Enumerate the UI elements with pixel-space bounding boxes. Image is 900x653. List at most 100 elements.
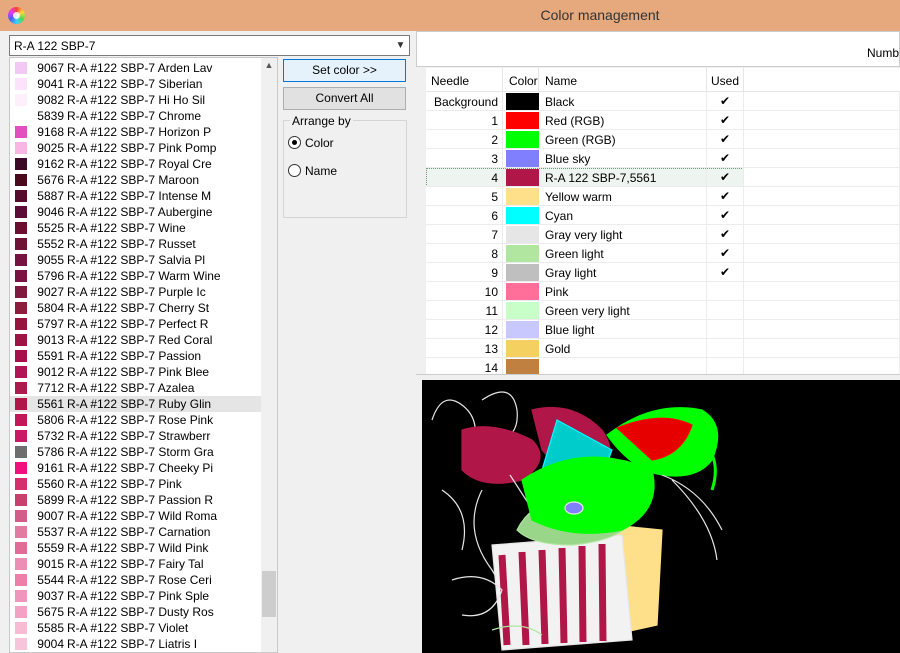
thread-list-item[interactable]: 9168 R-A #122 SBP-7 Horizon P — [10, 124, 262, 140]
embroidery-preview-canvas[interactable] — [422, 380, 900, 653]
thread-list-item[interactable]: 5676 R-A #122 SBP-7 Maroon — [10, 172, 262, 188]
thread-name: R-A #122 SBP-7 Violet — [67, 621, 189, 635]
needle-color-cell[interactable] — [503, 301, 539, 320]
thread-list-item[interactable]: 9012 R-A #122 SBP-7 Pink Blee — [10, 364, 262, 380]
needle-color-cell[interactable] — [503, 168, 539, 187]
needle-table-row[interactable]: 2 Green (RGB) ✔ — [426, 130, 900, 149]
needle-color-swatch — [506, 302, 539, 319]
needle-color-cell[interactable] — [503, 320, 539, 339]
thread-list-item[interactable]: 5732 R-A #122 SBP-7 Strawberr — [10, 428, 262, 444]
needle-table-row[interactable]: 12 Blue light — [426, 320, 900, 339]
thread-list-item[interactable]: 9025 R-A #122 SBP-7 Pink Pomp — [10, 140, 262, 156]
thread-list-item[interactable]: 5591 R-A #122 SBP-7 Passion — [10, 348, 262, 364]
needle-color-swatch — [506, 321, 539, 338]
needle-table-row[interactable]: 1 Red (RGB) ✔ — [426, 111, 900, 130]
thread-chart-select[interactable]: R-A 122 SBP-7 ▼ — [9, 35, 410, 56]
scroll-up-icon[interactable]: ▲ — [261, 60, 277, 74]
column-header-name[interactable]: Name — [539, 68, 707, 92]
needle-number: 4 — [426, 168, 503, 187]
arrange-by-color-radio[interactable]: Color — [288, 134, 398, 152]
needle-color-cell[interactable] — [503, 282, 539, 301]
needle-table-row[interactable]: 6 Cyan ✔ — [426, 206, 900, 225]
thread-list-item[interactable]: 5899 R-A #122 SBP-7 Passion R — [10, 492, 262, 508]
thread-list-item[interactable]: 9046 R-A #122 SBP-7 Aubergine — [10, 204, 262, 220]
needle-number: 3 — [426, 149, 503, 168]
needle-color-cell[interactable] — [503, 225, 539, 244]
number-label: Numb — [866, 46, 899, 60]
thread-list[interactable]: 9067 R-A #122 SBP-7 Arden Lav 9041 R-A #122… — [9, 57, 278, 653]
thread-list-scrollbar[interactable]: ▲ — [261, 58, 277, 652]
thread-code: 5544 — [37, 573, 64, 587]
needle-color-cell[interactable] — [503, 263, 539, 282]
thread-list-item[interactable]: 5559 R-A #122 SBP-7 Wild Pink — [10, 540, 262, 556]
needle-table-row[interactable]: 8 Green light ✔ — [426, 244, 900, 263]
thread-list-item[interactable]: 5839 R-A #122 SBP-7 Chrome — [10, 108, 262, 124]
thread-list-item[interactable]: 9027 R-A #122 SBP-7 Purple Ic — [10, 284, 262, 300]
thread-list-item[interactable]: 9015 R-A #122 SBP-7 Fairy Tal — [10, 556, 262, 572]
thread-code: 5899 — [37, 493, 64, 507]
thread-code: 9027 — [37, 285, 64, 299]
thread-list-item[interactable]: 5887 R-A #122 SBP-7 Intense M — [10, 188, 262, 204]
thread-list-item[interactable]: 9082 R-A #122 SBP-7 Hi Ho Sil — [10, 92, 262, 108]
column-header-used[interactable]: Used — [707, 68, 744, 92]
arrange-by-name-radio[interactable]: Name — [288, 162, 398, 180]
thread-list-item[interactable]: 9067 R-A #122 SBP-7 Arden Lav — [10, 60, 262, 76]
set-color-button[interactable]: Set color >> — [283, 59, 406, 82]
thread-list-item[interactable]: 5537 R-A #122 SBP-7 Carnation — [10, 524, 262, 540]
thread-list-item[interactable]: 5796 R-A #122 SBP-7 Warm Wine — [10, 268, 262, 284]
thread-list-item[interactable]: 9041 R-A #122 SBP-7 Siberian — [10, 76, 262, 92]
thread-list-item[interactable]: 5675 R-A #122 SBP-7 Dusty Ros — [10, 604, 262, 620]
thread-list-item[interactable]: 9004 R-A #122 SBP-7 Liatris I — [10, 636, 262, 652]
needle-table-row[interactable]: 10 Pink — [426, 282, 900, 301]
needle-table-row[interactable]: 9 Gray light ✔ — [426, 263, 900, 282]
thread-list-item[interactable]: 5806 R-A #122 SBP-7 Rose Pink — [10, 412, 262, 428]
thread-color-swatch — [15, 446, 27, 458]
thread-color-swatch — [15, 526, 27, 538]
needle-table-row[interactable]: 13 Gold — [426, 339, 900, 358]
thread-list-item[interactable]: 7712 R-A #122 SBP-7 Azalea — [10, 380, 262, 396]
thread-list-item[interactable]: 5560 R-A #122 SBP-7 Pink — [10, 476, 262, 492]
needle-color-cell[interactable] — [503, 244, 539, 263]
thread-color-swatch — [15, 190, 27, 202]
needle-table-row[interactable]: 7 Gray very light ✔ — [426, 225, 900, 244]
needle-color-name: Yellow warm — [539, 187, 707, 206]
column-header-color[interactable]: Color — [503, 68, 539, 92]
thread-list-item[interactable]: 9161 R-A #122 SBP-7 Cheeky Pi — [10, 460, 262, 476]
needle-color-cell[interactable] — [503, 206, 539, 225]
thread-list-item[interactable]: 5786 R-A #122 SBP-7 Storm Gra — [10, 444, 262, 460]
thread-list-item[interactable]: 5797 R-A #122 SBP-7 Perfect R — [10, 316, 262, 332]
needle-table-row[interactable]: Background Black ✔ — [426, 92, 900, 111]
needle-table[interactable]: Needle Color Name Used Background Black ✔ 1… — [426, 68, 900, 397]
thread-list-item[interactable]: 9007 R-A #122 SBP-7 Wild Roma — [10, 508, 262, 524]
thread-list-item[interactable]: 5585 R-A #122 SBP-7 Violet — [10, 620, 262, 636]
chevron-down-icon[interactable]: ▼ — [392, 36, 409, 55]
needle-color-cell[interactable] — [503, 187, 539, 206]
thread-list-item[interactable]: 9013 R-A #122 SBP-7 Red Coral — [10, 332, 262, 348]
needle-panel: Numb Needle Color Name Used Background Bl… — [416, 31, 900, 653]
needle-color-cell[interactable] — [503, 339, 539, 358]
thread-list-item[interactable]: 5561 R-A #122 SBP-7 Ruby Glin — [10, 396, 262, 412]
thread-list-item[interactable]: 5544 R-A #122 SBP-7 Rose Ceri — [10, 572, 262, 588]
needle-table-row[interactable]: 5 Yellow warm ✔ — [426, 187, 900, 206]
needle-color-cell[interactable] — [503, 92, 539, 111]
needle-color-swatch — [506, 188, 539, 205]
convert-all-button[interactable]: Convert All — [283, 87, 406, 110]
needle-table-row[interactable]: 3 Blue sky ✔ — [426, 149, 900, 168]
thread-list-item[interactable]: 5525 R-A #122 SBP-7 Wine — [10, 220, 262, 236]
column-header-needle[interactable]: Needle — [426, 68, 503, 92]
needle-color-cell[interactable] — [503, 149, 539, 168]
thread-list-item[interactable]: 5804 R-A #122 SBP-7 Cherry St — [10, 300, 262, 316]
thread-code: 5675 — [37, 605, 64, 619]
thread-name: R-A #122 SBP-7 Rose Pink — [67, 413, 214, 427]
thread-list-item[interactable]: 9037 R-A #122 SBP-7 Pink Sple — [10, 588, 262, 604]
thread-color-swatch — [15, 350, 27, 362]
thread-list-item[interactable]: 5552 R-A #122 SBP-7 Russet — [10, 236, 262, 252]
needle-color-cell[interactable] — [503, 130, 539, 149]
needle-table-row[interactable]: 11 Green very light — [426, 301, 900, 320]
scrollbar-thumb[interactable] — [262, 571, 276, 617]
thread-list-item[interactable]: 9055 R-A #122 SBP-7 Salvia Pl — [10, 252, 262, 268]
needle-table-row[interactable]: 4 R-A 122 SBP-7,5561 ✔ — [426, 168, 900, 187]
thread-list-item[interactable]: 9162 R-A #122 SBP-7 Royal Cre — [10, 156, 262, 172]
thread-code: 9007 — [37, 509, 64, 523]
needle-color-cell[interactable] — [503, 111, 539, 130]
